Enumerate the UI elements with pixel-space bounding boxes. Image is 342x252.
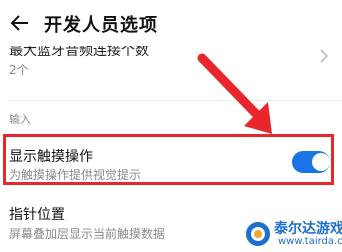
arrow-left-icon[interactable] xyxy=(6,9,34,37)
prev-row-value: 2个 xyxy=(9,63,29,77)
annotation-arrow-icon xyxy=(197,53,272,134)
page-title: 开发人员选项 xyxy=(44,15,158,36)
chevron-right-icon xyxy=(320,49,329,63)
section-header-input: 输入 xyxy=(9,113,31,126)
watermark-site-name: 泰尔达游戏网 xyxy=(274,221,342,237)
watermark: 泰尔达游戏网 www.tairda.com xyxy=(244,216,342,252)
watermark-logo-icon xyxy=(246,222,270,246)
developer-options-screen: 最大蓝牙音频连接个数 2个 开发人员选项 输入 显示触摸操作 为触摸操作提供视觉… xyxy=(0,0,342,252)
pointer-location-title: 指针位置 xyxy=(9,207,65,223)
watermark-url: www.tairda.com xyxy=(278,236,342,247)
pointer-location-subtitle: 屏幕叠加层显示当前触摸数据 xyxy=(9,227,166,241)
